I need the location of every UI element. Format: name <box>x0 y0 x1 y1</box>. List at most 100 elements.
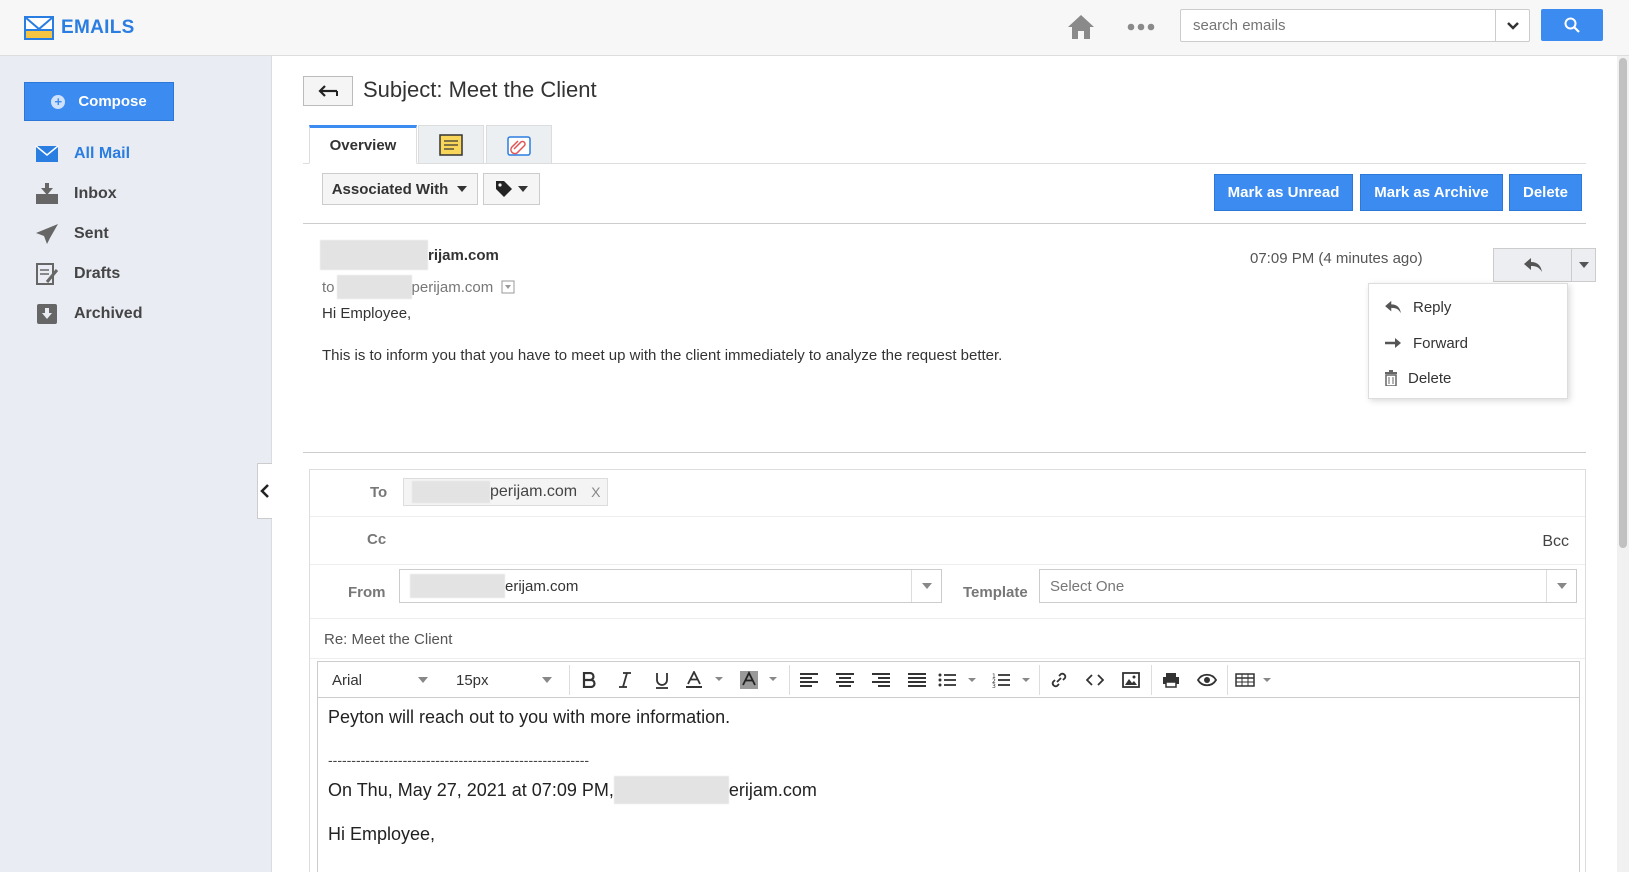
search-button[interactable] <box>1541 9 1603 41</box>
underline-button[interactable] <box>647 668 677 692</box>
sidebar-item-archived[interactable]: Archived <box>34 300 142 328</box>
redacted-text <box>320 240 428 270</box>
template-label: Template <box>963 584 1028 601</box>
notes-icon <box>439 133 463 156</box>
print-button[interactable] <box>1156 668 1186 692</box>
menu-item-delete[interactable]: Delete <box>1383 365 1451 391</box>
sidebar-item-drafts[interactable]: Drafts <box>34 260 120 288</box>
align-left-button[interactable] <box>794 668 824 692</box>
align-right-icon <box>872 673 890 687</box>
expand-details-icon[interactable] <box>501 280 515 294</box>
arrow-left-icon <box>318 85 338 97</box>
font-color-icon <box>686 671 723 688</box>
redacted-text <box>613 776 729 804</box>
sidebar-item-label: Archived <box>74 305 143 322</box>
menu-item-forward[interactable]: Forward <box>1383 330 1468 356</box>
delete-button[interactable]: Delete <box>1509 174 1582 211</box>
cc-label: Cc <box>367 531 387 548</box>
app-brand[interactable]: EMAILS <box>24 16 135 40</box>
compose-button[interactable]: + Compose <box>24 82 174 121</box>
font-color-button[interactable] <box>682 668 728 692</box>
tab-label: Overview <box>329 137 397 154</box>
image-icon <box>1122 672 1140 688</box>
from-row: From erijam.com Template Select One <box>310 565 1585 619</box>
bold-icon <box>582 672 596 688</box>
associated-with-label: Associated With <box>331 180 449 198</box>
from-label: From <box>348 584 386 601</box>
insert-link-button[interactable] <box>1044 668 1074 692</box>
tab-attachments[interactable] <box>486 125 552 164</box>
page-scrollbar[interactable] <box>1617 56 1629 872</box>
to-label: To <box>370 484 388 501</box>
justify-button[interactable] <box>902 668 932 692</box>
caret-down-icon <box>542 677 552 683</box>
menu-item-reply[interactable]: Reply <box>1383 294 1451 320</box>
paper-plane-icon <box>34 222 60 246</box>
code-view-button[interactable] <box>1080 668 1110 692</box>
italic-icon <box>619 672 631 688</box>
subject-row: Re: Meet the Client <box>310 619 1585 659</box>
from-select[interactable]: erijam.com <box>399 569 942 603</box>
reply-options-toggle[interactable] <box>1572 248 1596 282</box>
more-options-icon[interactable] <box>1126 18 1156 36</box>
preview-button[interactable] <box>1192 668 1222 692</box>
home-icon[interactable] <box>1066 12 1096 42</box>
drafts-icon <box>34 262 60 286</box>
arrow-right-icon <box>1383 337 1403 349</box>
search-options-dropdown[interactable] <box>1495 10 1529 41</box>
recipient-chip[interactable]: perijam.com X <box>403 478 608 506</box>
highlight-color-button[interactable] <box>736 668 782 692</box>
font-family-select[interactable]: Arial <box>324 668 436 692</box>
toolbar-separator <box>1151 665 1152 695</box>
tab-notes[interactable] <box>418 125 484 164</box>
from-value: erijam.com <box>505 577 579 595</box>
remove-recipient-icon[interactable]: X <box>591 484 600 500</box>
align-center-button[interactable] <box>830 668 860 692</box>
bullet-list-button[interactable] <box>936 668 980 692</box>
sidebar-item-label: Drafts <box>74 265 121 282</box>
plus-icon: + <box>51 94 66 109</box>
reply-button[interactable] <box>1493 248 1572 282</box>
tab-overview[interactable]: Overview <box>309 125 417 164</box>
sidebar-item-inbox[interactable]: Inbox <box>34 180 117 208</box>
search-input[interactable] <box>1181 10 1495 41</box>
caret-down-icon <box>457 186 468 192</box>
sidebar-item-all-mail[interactable]: All Mail <box>34 140 130 168</box>
mark-as-unread-button[interactable]: Mark as Unread <box>1214 174 1353 211</box>
editor-line[interactable]: Peyton will reach out to you with more i… <box>328 707 730 728</box>
rich-text-editor: Arial 15px 1 2 3 Peyton will reach out t… <box>317 661 1580 872</box>
scrollbar-thumb[interactable] <box>1619 58 1627 548</box>
caret-down-icon <box>517 186 528 192</box>
back-button[interactable] <box>303 76 353 106</box>
to-prefix: to <box>322 278 335 296</box>
sidebar-item-sent[interactable]: Sent <box>34 220 109 248</box>
toolbar-separator <box>1227 665 1228 695</box>
tag-dropdown[interactable] <box>483 173 540 205</box>
bcc-toggle[interactable]: Bcc <box>1542 533 1569 551</box>
quote-prefix: On Thu, May 27, 2021 at 07:09 PM, <box>328 779 614 800</box>
mark-as-archive-button[interactable]: Mark as Archive <box>1360 174 1503 211</box>
inbox-tray-icon <box>34 182 60 206</box>
numbered-list-button[interactable]: 123 <box>990 668 1034 692</box>
align-right-button[interactable] <box>866 668 896 692</box>
reply-subject-input[interactable]: Re: Meet the Client <box>324 631 452 648</box>
email-logo-icon <box>24 16 54 40</box>
caret-down-icon <box>1578 262 1589 268</box>
reply-icon <box>1523 258 1542 272</box>
archive-box-icon <box>34 302 60 326</box>
bold-button[interactable] <box>574 668 604 692</box>
template-select[interactable]: Select One <box>1039 569 1577 603</box>
editor-toolbar: Arial 15px 1 2 3 <box>318 662 1579 698</box>
insert-table-button[interactable] <box>1232 668 1278 692</box>
trash-icon <box>1383 370 1399 386</box>
redacted-text <box>412 481 490 503</box>
associated-with-dropdown[interactable]: Associated With <box>322 173 478 205</box>
italic-button[interactable] <box>610 668 640 692</box>
font-size-select[interactable]: 15px <box>448 668 560 692</box>
align-center-icon <box>836 673 854 687</box>
insert-image-button[interactable] <box>1116 668 1146 692</box>
quote-suffix: erijam.com <box>728 779 817 800</box>
font-size-value: 15px <box>456 671 489 689</box>
collapse-sidebar-button[interactable] <box>257 463 272 519</box>
toolbar-separator <box>789 665 790 695</box>
